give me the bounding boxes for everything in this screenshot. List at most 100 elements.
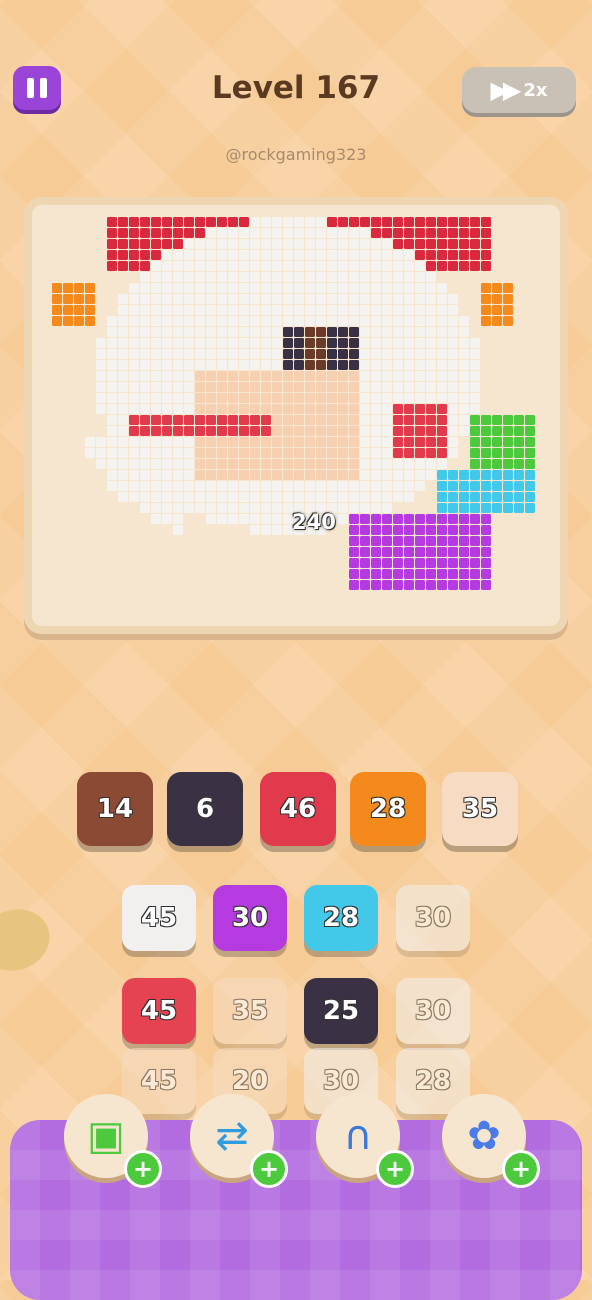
- pixel: [415, 470, 425, 480]
- pixel: [481, 415, 491, 425]
- pixel: [228, 250, 238, 260]
- pixel: [349, 239, 359, 249]
- pixel: [470, 525, 480, 535]
- pixel: [228, 404, 238, 414]
- pixel: [305, 481, 315, 491]
- pixel: [360, 437, 370, 447]
- pixel: [272, 426, 282, 436]
- pixel: [327, 360, 337, 370]
- pixel: [140, 404, 150, 414]
- pixel: [140, 228, 150, 238]
- remaining-counter: 240: [292, 510, 336, 534]
- pixel: [437, 382, 447, 392]
- grid-tile[interactable]: 28: [304, 885, 378, 951]
- pixel: [195, 382, 205, 392]
- pixel: [360, 448, 370, 458]
- pause-button[interactable]: [13, 66, 61, 110]
- pixel: [437, 217, 447, 227]
- pixel: [503, 492, 513, 502]
- pixel: [448, 393, 458, 403]
- pixel: [492, 492, 502, 502]
- pixel: [140, 415, 150, 425]
- pixel: [184, 382, 194, 392]
- pixel: [459, 503, 469, 513]
- pixel: [382, 437, 392, 447]
- pixel: [195, 294, 205, 304]
- queue-slot[interactable]: 35: [442, 772, 518, 846]
- pixel: [415, 338, 425, 348]
- pixel: [239, 492, 249, 502]
- pixel: [415, 371, 425, 381]
- pixel: [503, 503, 513, 513]
- pixel: [459, 217, 469, 227]
- pixel: [129, 261, 139, 271]
- pixel: [107, 415, 117, 425]
- pixel: [503, 448, 513, 458]
- pixel: [360, 316, 370, 326]
- pixel: [470, 239, 480, 249]
- pixel: [470, 371, 480, 381]
- plus-icon: +: [124, 1150, 162, 1188]
- pixel: [327, 261, 337, 271]
- grid-tile[interactable]: 30: [396, 885, 470, 951]
- pixel: [261, 261, 271, 271]
- pixel: [404, 272, 414, 282]
- pixel: [437, 569, 447, 579]
- pixel: [404, 569, 414, 579]
- pixel: [140, 316, 150, 326]
- username-label: @rockgaming323: [225, 145, 367, 164]
- pixel: [437, 360, 447, 370]
- speed-button[interactable]: ▶▶ 2x: [462, 67, 576, 113]
- pixel: [250, 349, 260, 359]
- pixel: [448, 371, 458, 381]
- pixel: [261, 437, 271, 447]
- pixel: [173, 327, 183, 337]
- pixel: [525, 459, 535, 469]
- queue-slot[interactable]: 46: [260, 772, 336, 846]
- pixel: [327, 492, 337, 502]
- pixel: [173, 228, 183, 238]
- pixel: [316, 393, 326, 403]
- pixel: [470, 349, 480, 359]
- pixel: [272, 514, 282, 524]
- pixel: [140, 371, 150, 381]
- pixel: [217, 481, 227, 491]
- pixel: [415, 525, 425, 535]
- pixel: [382, 404, 392, 414]
- pixel: [151, 415, 161, 425]
- pixel: [404, 437, 414, 447]
- pixel: [371, 261, 381, 271]
- grid-tile[interactable]: 30: [213, 885, 287, 951]
- pixel: [195, 492, 205, 502]
- pixel: [283, 316, 293, 326]
- pixel: [173, 217, 183, 227]
- pixel: [360, 580, 370, 590]
- pixel: [294, 404, 304, 414]
- pixel: [129, 404, 139, 414]
- pixel: [173, 514, 183, 524]
- pixel: [481, 448, 491, 458]
- pixel: [481, 459, 491, 469]
- grid-tile[interactable]: 45: [122, 885, 196, 951]
- pixel: [239, 316, 249, 326]
- pixel: [415, 272, 425, 282]
- queue-slot[interactable]: 14: [77, 772, 153, 846]
- pixel: [228, 360, 238, 370]
- pixel: [239, 228, 249, 238]
- pixel: [514, 437, 524, 447]
- pixel: [404, 481, 414, 491]
- pixel: [228, 481, 238, 491]
- pixel: [184, 448, 194, 458]
- queue-slot[interactable]: 28: [350, 772, 426, 846]
- pixel: [404, 338, 414, 348]
- pixel: [459, 580, 469, 590]
- pixel: [338, 382, 348, 392]
- pixel: [294, 492, 304, 502]
- pixel: [426, 283, 436, 293]
- pixel: [228, 349, 238, 359]
- pixel: [525, 448, 535, 458]
- pixel: [426, 261, 436, 271]
- queue-slot[interactable]: 6: [167, 772, 243, 846]
- pixel: [283, 305, 293, 315]
- pixel: [217, 305, 227, 315]
